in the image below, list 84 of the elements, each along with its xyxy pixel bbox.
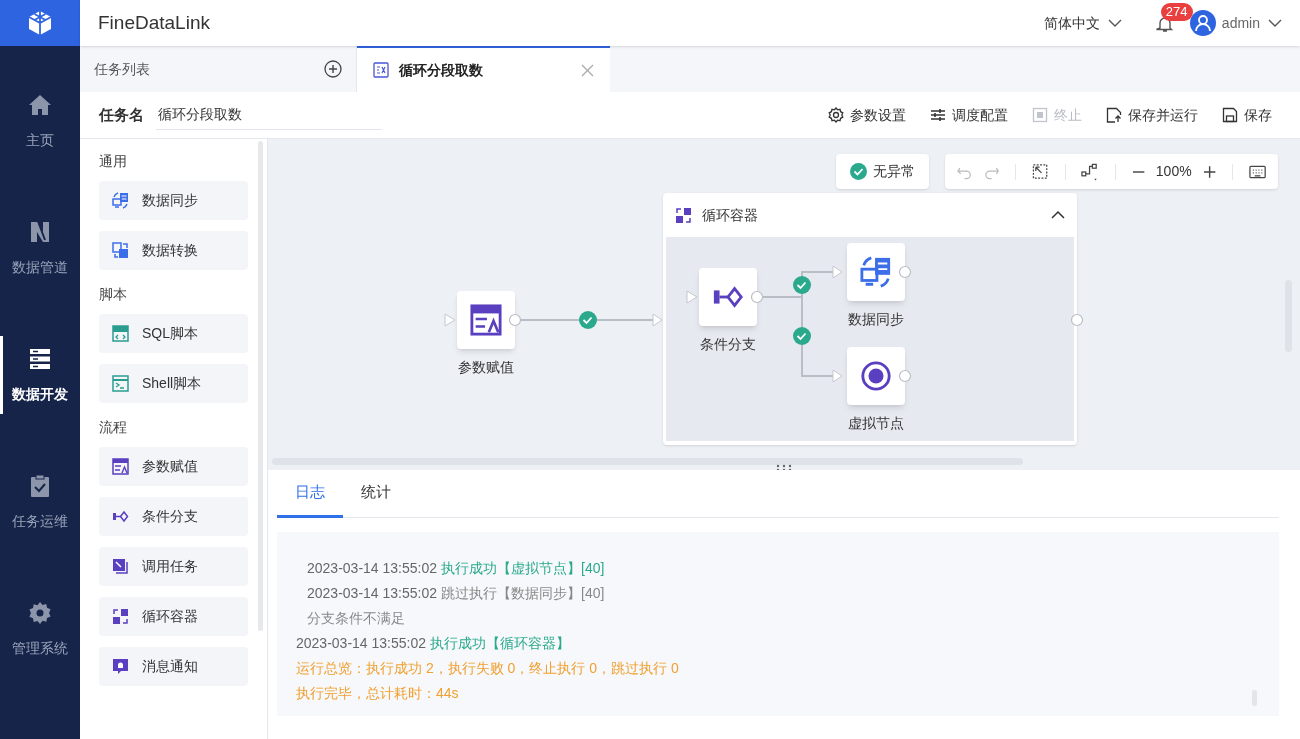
gear-icon [828, 107, 844, 123]
section-heading: 流程 [99, 418, 128, 437]
keyboard-icon[interactable] [1248, 163, 1266, 180]
code-window-icon [112, 325, 129, 342]
add-icon[interactable] [324, 60, 342, 78]
scrollbar[interactable] [258, 141, 263, 631]
task-node[interactable] [699, 268, 757, 326]
sliders-icon [930, 107, 946, 123]
loop-icon [675, 206, 692, 224]
language-dropdown[interactable]: 简体中文 [1043, 12, 1122, 34]
chevron-down-icon [1268, 18, 1282, 28]
avatar-icon[interactable] [1189, 10, 1216, 36]
nav-item[interactable]: 主页 [0, 78, 80, 164]
task-name-field[interactable]: 循环分段取数 [156, 100, 382, 130]
transform-icon [112, 242, 129, 259]
log-message: 执行完毕，总计耗时：44s [296, 683, 459, 703]
bell-icon[interactable] [1155, 15, 1174, 33]
palette-item[interactable]: Shell脚本 [99, 364, 248, 403]
palette-item[interactable]: 数据同步 [99, 181, 248, 220]
tab[interactable]: 循环分段取数 [357, 46, 610, 92]
task-node[interactable] [847, 243, 905, 301]
node-label: 虚拟节点 [847, 414, 905, 433]
toolbar-button[interactable]: 保存 [1222, 104, 1272, 126]
database-sync-icon [112, 192, 129, 209]
toolbar-button[interactable]: 调度配置 [930, 104, 1008, 126]
check-icon [850, 163, 867, 180]
log-message: 执行成功【虚拟节点】[40] [441, 558, 605, 578]
task-node[interactable] [457, 291, 515, 349]
target-icon [860, 360, 892, 392]
app-title: FineDataLink [98, 10, 210, 35]
status-indicator: 无异常 [836, 154, 929, 189]
log-message: 运行总览：执行成功 2，执行失败 0，终止执行 0，跳过执行 0 [296, 658, 679, 678]
log-message: 分支条件不满足 [307, 608, 405, 628]
log-message: 跳过执行【数据同步】[40] [441, 583, 605, 603]
chevron-down-icon [1107, 18, 1122, 28]
save-icon [1222, 107, 1238, 123]
palette-item[interactable]: 条件分支 [99, 497, 248, 536]
database-sync-icon [860, 256, 892, 288]
palette-item[interactable]: 数据转换 [99, 231, 248, 270]
save-upload-icon [1106, 107, 1122, 123]
node-label: 条件分支 [699, 335, 757, 354]
field-label: 任务名 [99, 104, 144, 125]
cube-logo-icon [26, 9, 54, 37]
loop-icon [112, 608, 129, 625]
section-heading: 脚本 [99, 285, 128, 304]
container-title: 循环容器 [702, 205, 758, 225]
scrollbar[interactable] [272, 458, 1023, 465]
toolbar-button[interactable]: 参数设置 [828, 104, 906, 126]
task-node[interactable] [847, 347, 905, 405]
palette-item[interactable]: SQL脚本 [99, 314, 248, 353]
task-icon [373, 62, 389, 78]
nav-item[interactable]: 任务运维 [0, 459, 80, 545]
node-label: 参数赋值 [457, 358, 515, 377]
log-timestamp: 2023-03-14 13:55:02 [296, 633, 426, 653]
nav-item[interactable]: 管理系统 [0, 586, 80, 672]
parameter-icon [470, 304, 502, 336]
section-heading: 通用 [99, 152, 128, 171]
invoke-icon [112, 558, 129, 575]
branch-icon [112, 508, 129, 525]
user-dropdown[interactable]: admin [1221, 12, 1282, 34]
tab[interactable]: 日志 [277, 470, 343, 518]
nav-item[interactable]: 数据管道 [0, 205, 80, 291]
fit-view-icon[interactable] [1032, 163, 1049, 180]
zoom-level: 100% [1155, 162, 1192, 181]
zoom-in-icon[interactable] [1202, 164, 1216, 179]
toolbar-button[interactable]: 保存并运行 [1106, 104, 1198, 126]
tab[interactable]: 统计 [343, 470, 409, 518]
log-message: 执行成功【循环容器】 [430, 633, 570, 653]
nav-item[interactable]: 数据开发 [0, 332, 80, 418]
node-label: 数据同步 [847, 310, 905, 329]
chevron-up-icon[interactable] [1051, 210, 1065, 220]
connector-style-icon[interactable] [1081, 161, 1099, 182]
parameter-icon [112, 458, 129, 475]
palette-item[interactable]: 消息通知 [99, 647, 248, 686]
notification-badge: 274 [1160, 3, 1193, 21]
log-timestamp: 2023-03-14 13:55:02 [307, 558, 437, 578]
close-icon[interactable] [581, 63, 594, 77]
palette-item[interactable]: 参数赋值 [99, 447, 248, 486]
palette-item[interactable]: 循环容器 [99, 597, 248, 636]
palette-item[interactable]: 调用任务 [99, 547, 248, 586]
message-icon [112, 658, 129, 675]
terminal-icon [112, 375, 129, 392]
log-timestamp: 2023-03-14 13:55:02 [307, 583, 437, 603]
stop-icon [1032, 107, 1048, 123]
